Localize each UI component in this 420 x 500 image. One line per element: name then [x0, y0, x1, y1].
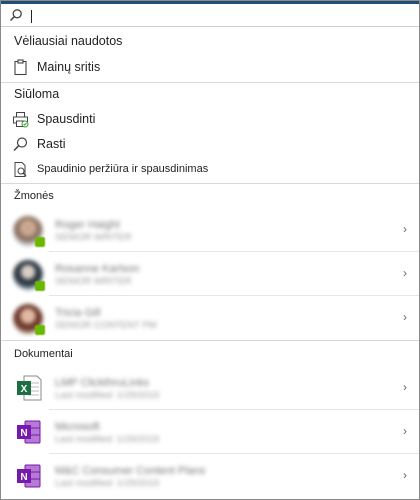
- document-name: M&C Consumer Content Plans: [55, 465, 206, 477]
- chevron-right-icon: ›: [403, 468, 407, 482]
- text-caret: [31, 10, 32, 23]
- row-separator: [49, 251, 419, 252]
- recent-item-label: Mainų sritis: [37, 60, 101, 74]
- section-divider: [1, 82, 419, 83]
- chevron-right-icon: ›: [403, 380, 407, 394]
- document-name: Microsoft: [55, 421, 100, 433]
- presence-badge: [35, 237, 45, 247]
- printer-icon: [13, 112, 29, 128]
- suggested-section-title: Siūloma: [14, 87, 60, 101]
- person-name: Roger Haight: [55, 219, 120, 231]
- document-name: LMP ClickthruLinks: [55, 377, 149, 389]
- section-divider: [1, 183, 419, 184]
- section-divider: [1, 340, 419, 341]
- suggested-item-find[interactable]: Rasti: [1, 132, 419, 156]
- people-section-title: Žmonės: [14, 190, 54, 202]
- person-title: SENIOR CONTENT PM: [55, 320, 157, 331]
- search-input[interactable]: [29, 6, 399, 24]
- recent-section-title: Vėliausiai naudotos: [14, 34, 123, 48]
- chevron-right-icon: ›: [403, 222, 407, 236]
- presence-badge: [35, 325, 45, 335]
- search-icon: [9, 9, 22, 22]
- document-modified: Last modified: 1/29/2019: [55, 390, 160, 401]
- suggested-item-label: Spausdinti: [37, 112, 96, 126]
- documents-section-title: Dokumentai: [14, 348, 73, 360]
- onenote-icon: N: [17, 464, 41, 488]
- person-name: Rosanne Karlson: [55, 263, 140, 275]
- document-row[interactable]: N Microsoft Last modified: 1/29/2019 ›: [1, 409, 419, 453]
- svg-text:N: N: [20, 472, 27, 483]
- person-title: SENIOR WRITER: [55, 276, 132, 287]
- person-row[interactable]: Tricia Gill SENIOR CONTENT PM ›: [1, 295, 419, 339]
- document-row[interactable]: N M&C Consumer Content Plans Last modifi…: [1, 453, 419, 497]
- person-row[interactable]: Roger Haight SENIOR WRITER ›: [1, 207, 419, 251]
- suggested-item-label: Rasti: [37, 137, 66, 151]
- svg-text:N: N: [20, 428, 27, 439]
- search-icon: [13, 137, 28, 152]
- document-modified: Last modified: 1/29/2019: [55, 478, 160, 489]
- suggested-item-label: Spaudinio peržiūra ir spausdinimas: [37, 163, 209, 175]
- recent-item-clipboard[interactable]: Mainų sritis: [1, 55, 419, 79]
- row-separator: [49, 453, 419, 454]
- search-bar: [1, 4, 419, 27]
- suggested-item-print-preview[interactable]: Spaudinio peržiūra ir spausdinimas: [1, 157, 419, 181]
- onenote-icon: N: [17, 420, 41, 444]
- row-separator: [49, 409, 419, 410]
- svg-text:X: X: [21, 384, 28, 395]
- search-dropdown-panel: Vėliausiai naudotos Mainų sritis Siūloma…: [0, 0, 420, 500]
- person-title: SENIOR WRITER: [55, 232, 132, 243]
- chevron-right-icon: ›: [403, 424, 407, 438]
- suggested-item-print[interactable]: Spausdinti: [1, 107, 419, 131]
- document-modified: Last modified: 1/29/2019: [55, 434, 160, 445]
- row-separator: [49, 295, 419, 296]
- presence-badge: [35, 281, 45, 291]
- person-row[interactable]: Rosanne Karlson SENIOR WRITER ›: [1, 251, 419, 295]
- chevron-right-icon: ›: [403, 266, 407, 280]
- clipboard-icon: [14, 59, 27, 76]
- chevron-right-icon: ›: [403, 310, 407, 324]
- person-name: Tricia Gill: [55, 307, 101, 319]
- print-preview-icon: [14, 162, 27, 177]
- document-row[interactable]: X LMP ClickthruLinks Last modified: 1/29…: [1, 365, 419, 409]
- excel-icon: X: [17, 375, 42, 401]
